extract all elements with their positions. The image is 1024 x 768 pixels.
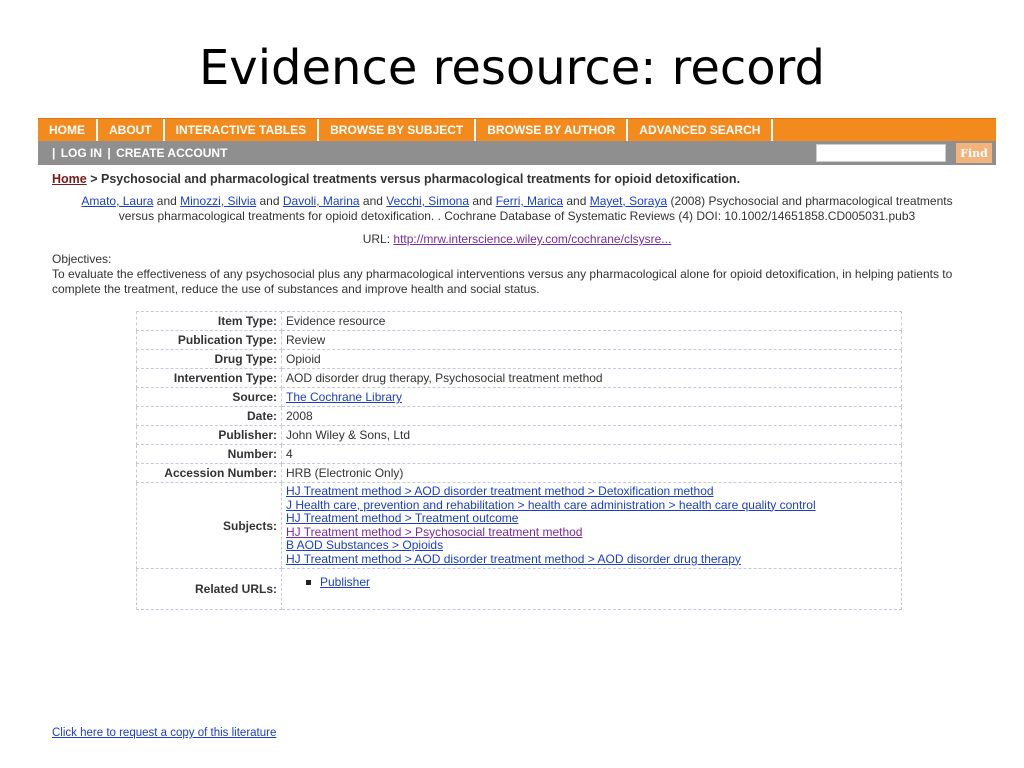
nav-browse-by-subject[interactable]: BROWSE BY SUBJECT	[319, 119, 477, 141]
table-row: Publisher: John Wiley & Sons, Ltd	[136, 425, 902, 445]
related-list: Publisher	[286, 575, 897, 589]
field-value: Review	[281, 330, 902, 350]
url-label: URL:	[362, 232, 394, 246]
table-row: Related URLs: Publisher	[136, 568, 902, 610]
nav-interactive-tables[interactable]: INTERACTIVE TABLES	[165, 119, 320, 141]
breadcrumb: Home > Psychosocial and pharmacological …	[52, 172, 996, 186]
subject-link[interactable]: HJ Treatment method > AOD disorder treat…	[286, 552, 897, 567]
account-bar: | LOG IN | CREATE ACCOUNT Find	[38, 141, 996, 165]
field-value: The Cochrane Library	[281, 387, 902, 407]
nav-browse-by-author[interactable]: BROWSE BY AUTHOR	[476, 119, 629, 141]
field-label: Number:	[136, 444, 282, 464]
objectives-label: Objectives:	[52, 252, 112, 266]
author-separator: and	[469, 194, 496, 208]
table-row: Drug Type: Opioid	[136, 349, 902, 369]
field-value: Evidence resource	[281, 311, 902, 331]
objectives-text: To evaluate the effectiveness of any psy…	[52, 267, 953, 296]
nav-home[interactable]: HOME	[38, 119, 98, 141]
field-value: John Wiley & Sons, Ltd	[281, 425, 902, 445]
field-label: Related URLs:	[136, 568, 282, 610]
breadcrumb-home-link[interactable]: Home	[52, 172, 87, 186]
field-value: 4	[281, 444, 902, 464]
separator: |	[107, 146, 111, 160]
author-link[interactable]: Ferri, Marica	[496, 194, 563, 208]
nav-advanced-search[interactable]: ADVANCED SEARCH	[628, 119, 774, 141]
subjects-list: HJ Treatment method > AOD disorder treat…	[281, 482, 902, 569]
author-separator: and	[359, 194, 387, 208]
search-input[interactable]	[816, 144, 946, 162]
subject-link[interactable]: HJ Treatment method > Psychosocial treat…	[286, 525, 897, 540]
author-link[interactable]: Minozzi, Silvia	[180, 194, 256, 208]
table-row: Item Type: Evidence resource	[136, 311, 902, 331]
record-details-table: Item Type: Evidence resource Publication…	[136, 311, 902, 610]
table-row: Accession Number: HRB (Electronic Only)	[136, 463, 902, 483]
objectives: Objectives: To evaluate the effectivenes…	[52, 252, 997, 297]
author-link[interactable]: Mayet, Soraya	[590, 194, 667, 208]
field-label: Subjects:	[136, 482, 282, 569]
request-copy-link[interactable]: Click here to request a copy of this lit…	[52, 727, 276, 739]
publisher-link[interactable]: Publisher	[320, 575, 370, 589]
table-row: Number: 4	[136, 444, 902, 464]
field-label: Intervention Type:	[136, 368, 282, 388]
field-label: Accession Number:	[136, 463, 282, 483]
list-item: Publisher	[306, 575, 897, 589]
field-label: Date:	[136, 406, 282, 426]
field-value: HRB (Electronic Only)	[281, 463, 902, 483]
related-urls: Publisher	[281, 568, 902, 610]
nav-about[interactable]: ABOUT	[98, 119, 165, 141]
separator: |	[52, 146, 56, 160]
site-frame: HOME ABOUT INTERACTIVE TABLES BROWSE BY …	[38, 118, 997, 739]
field-label: Item Type:	[136, 311, 282, 331]
table-row: Date: 2008	[136, 406, 902, 426]
author-link[interactable]: Amato, Laura	[81, 194, 153, 208]
breadcrumb-current: > Psychosocial and pharmacological treat…	[86, 172, 741, 186]
author-link[interactable]: Davoli, Marina	[283, 194, 360, 208]
author-separator: and	[153, 194, 181, 208]
citation: Amato, Laura and Minozzi, Silvia and Dav…	[38, 194, 996, 224]
top-navigation: HOME ABOUT INTERACTIVE TABLES BROWSE BY …	[38, 118, 996, 141]
field-label: Source:	[136, 387, 282, 407]
field-label: Publication Type:	[136, 330, 282, 350]
request-copy: Click here to request a copy of this lit…	[52, 727, 276, 739]
subject-link[interactable]: B AOD Substances > Opioids	[286, 538, 897, 553]
author-separator: and	[563, 194, 590, 208]
field-label: Drug Type:	[136, 349, 282, 369]
table-row: Source: The Cochrane Library	[136, 387, 902, 407]
subject-link[interactable]: J Health care, prevention and rehabilita…	[286, 498, 897, 513]
field-value: AOD disorder drug therapy, Psychosocial …	[281, 368, 902, 388]
login-link[interactable]: LOG IN	[61, 146, 102, 160]
subject-link[interactable]: HJ Treatment method > AOD disorder treat…	[286, 484, 897, 499]
subject-link[interactable]: HJ Treatment method > Treatment outcome	[286, 511, 897, 526]
source-link[interactable]: The Cochrane Library	[286, 390, 402, 404]
create-account-link[interactable]: CREATE ACCOUNT	[116, 146, 227, 160]
slide-title: Evidence resource: record	[198, 40, 826, 96]
find-button[interactable]: Find	[956, 143, 992, 163]
table-row: Subjects: HJ Treatment method > AOD diso…	[136, 482, 902, 569]
table-row: Publication Type: Review	[136, 330, 902, 350]
url-line: URL: http://mrw.interscience.wiley.com/c…	[38, 232, 996, 246]
field-value: Opioid	[281, 349, 902, 369]
table-row: Intervention Type: AOD disorder drug the…	[136, 368, 902, 388]
url-link[interactable]: http://mrw.interscience.wiley.com/cochra…	[393, 232, 671, 246]
field-label: Publisher:	[136, 425, 282, 445]
author-separator: and	[256, 194, 283, 208]
author-link[interactable]: Vecchi, Simona	[386, 194, 469, 208]
field-value: 2008	[281, 406, 902, 426]
